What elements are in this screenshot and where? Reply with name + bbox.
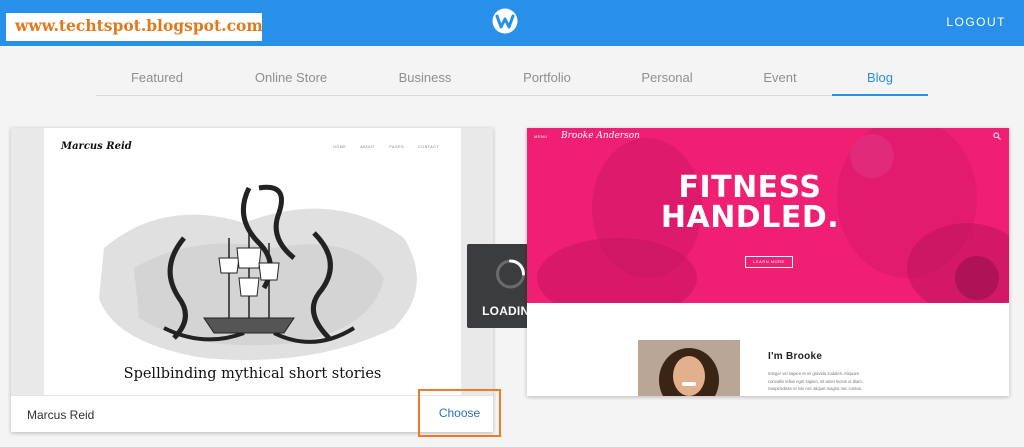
watermark-label: www.techtspot.blogspot.com	[6, 13, 262, 41]
about-text-line: convallis tellus eget sapien, sit amet l…	[768, 378, 863, 384]
logout-button[interactable]: LOGOUT	[946, 15, 1006, 29]
active-tab-indicator	[832, 94, 928, 96]
theme-card-fitness[interactable]: MENU Brooke Anderson FITNESS HANDLED. LE…	[527, 128, 1009, 396]
hero-title-line: HANDLED.	[660, 200, 840, 235]
preview-brand: Brooke Anderson	[561, 131, 640, 141]
about-text-line: Suspendisse et nisi nec aliquet magna ne…	[768, 386, 863, 391]
preview-hero: MENU Brooke Anderson FITNESS HANDLED. LE…	[527, 128, 1009, 303]
tab-event[interactable]: Event	[763, 70, 796, 85]
preview-menu-label: MENU	[534, 134, 548, 139]
theme-name: Marcus Reid	[27, 408, 95, 422]
weebly-w-icon[interactable]	[492, 6, 518, 36]
tab-portfolio[interactable]: Portfolio	[523, 70, 571, 85]
hero-title-line: FITNESS	[678, 170, 822, 205]
octopus-ship-illustration	[99, 184, 417, 360]
search-icon	[993, 132, 1001, 140]
preview-hero-title: FITNESS HANDLED.	[660, 173, 840, 233]
theme-card-marcus-reid[interactable]: Marcus Reid HOME ABOUT PAGES CONTACT Spe…	[11, 128, 493, 432]
preview-site-heading: Spellbinding mythical short stories	[123, 366, 382, 382]
top-bar: www.techtspot.blogspot.com LOGOUT	[0, 0, 1024, 46]
tab-featured[interactable]: Featured	[131, 70, 183, 85]
tab-online-store[interactable]: Online Store	[255, 70, 327, 85]
preview-about-title: I'm Brooke	[768, 351, 823, 362]
portrait-illustration	[638, 340, 740, 396]
theme-preview: Marcus Reid HOME ABOUT PAGES CONTACT Spe…	[11, 128, 493, 395]
about-text-line: Integer vel sapien et mi gravida sodales…	[768, 371, 860, 376]
tab-business[interactable]: Business	[399, 70, 452, 85]
tab-personal[interactable]: Personal	[641, 70, 692, 85]
category-tabs: Featured Online Store Business Portfolio…	[96, 60, 928, 96]
preview-about-text: Integer vel sapien et mi gravida sodales…	[768, 370, 903, 393]
preview-learn-more-button: LEARN MORE	[745, 256, 793, 268]
preview-portrait-photo	[638, 340, 740, 396]
choose-button[interactable]: Choose	[418, 389, 501, 437]
preview-site-page: Marcus Reid HOME ABOUT PAGES CONTACT Spe…	[44, 128, 461, 395]
tab-blog[interactable]: Blog	[867, 70, 893, 85]
